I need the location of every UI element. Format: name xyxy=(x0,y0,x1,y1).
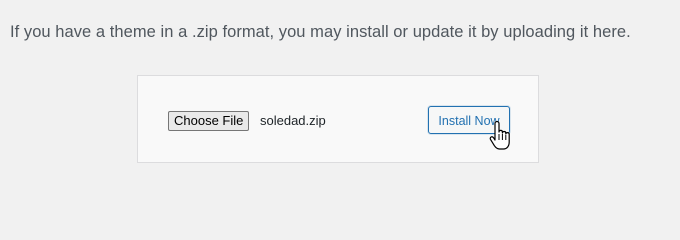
hand-pointer-icon xyxy=(489,121,510,150)
choose-file-button[interactable]: Choose File xyxy=(168,111,250,131)
selected-file-name: soledad.zip xyxy=(260,113,326,128)
upload-theme-box: Choose File soledad.zip Install Now xyxy=(137,75,539,163)
upload-instructions: If you have a theme in a .zip format, yo… xyxy=(10,23,631,41)
